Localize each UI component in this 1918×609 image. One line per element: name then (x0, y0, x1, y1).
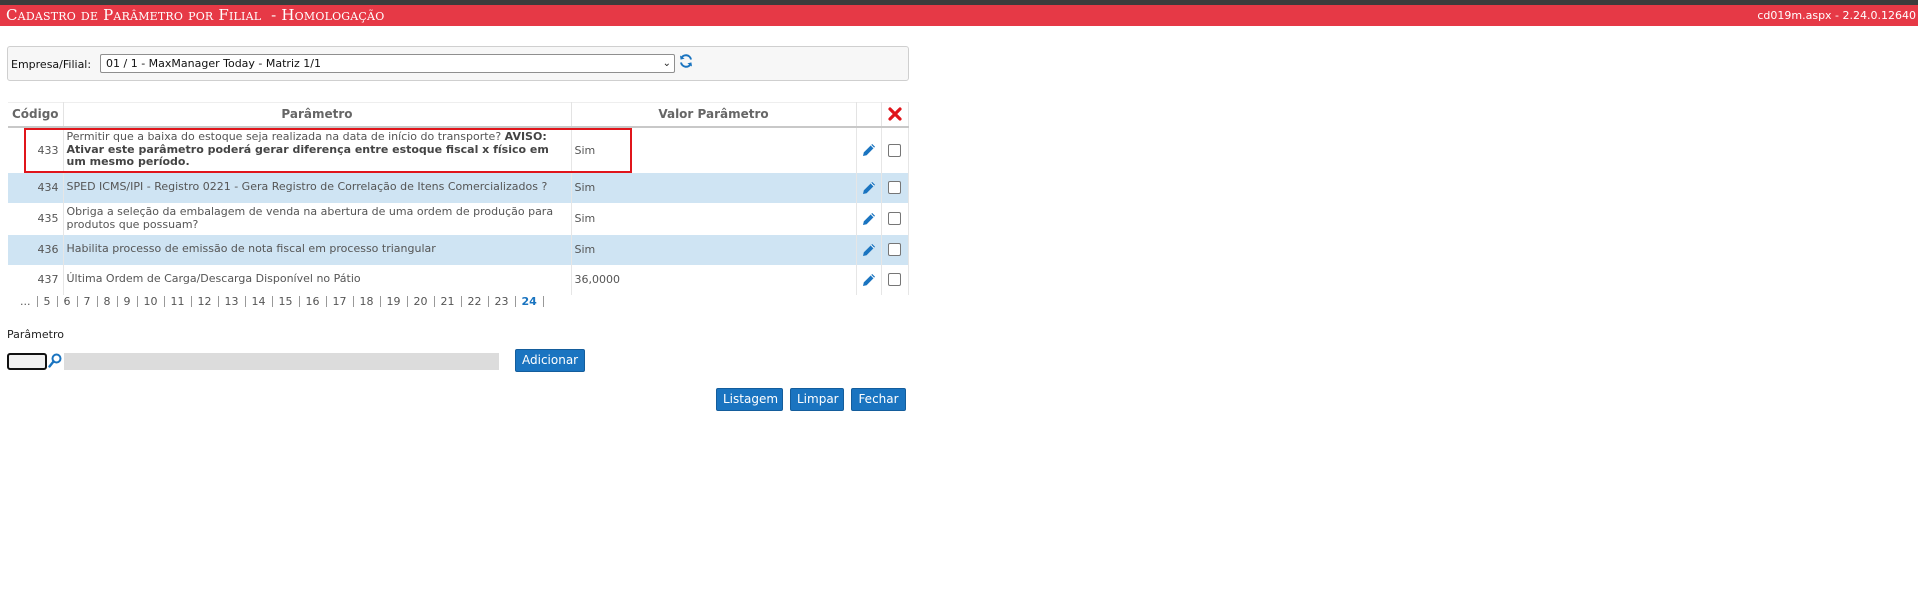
company-branch-label: Empresa/Filial: (11, 58, 92, 71)
page-ellipsis[interactable]: ... (8, 296, 38, 307)
row-parameter: SPED ICMS/IPI - Registro 0221 - Gera Reg… (63, 172, 572, 203)
row-select-checkbox[interactable] (888, 212, 901, 226)
row-code: 433 (8, 126, 64, 173)
search-icon[interactable] (48, 353, 62, 369)
list-button[interactable]: Listagem (716, 388, 783, 411)
edit-pencil-icon[interactable] (860, 271, 878, 289)
page-link[interactable]: 23 (489, 296, 516, 307)
page-link[interactable]: 22 (462, 296, 489, 307)
row-select-checkbox[interactable] (888, 181, 901, 195)
table-row[interactable]: 435 Obriga a seleção da embalagem de ven… (8, 202, 909, 235)
row-parameter: Permitir que a baixa do estoque seja rea… (63, 126, 572, 173)
row-select-checkbox[interactable] (888, 273, 901, 287)
table-header-row: Código Parâmetro Valor Parâmetro (8, 102, 909, 128)
row-parameter-text: Permitir que a baixa do estoque seja rea… (66, 130, 502, 144)
version-label: cd019m.aspx - 2.24.0.12640 (1757, 9, 1916, 22)
row-value: Sim (571, 126, 857, 173)
pagination: ... 5 6 7 8 9 10 11 12 13 14 15 16 17 18 19 20 21 22 23 24 (8, 295, 544, 313)
edit-pencil-icon[interactable] (860, 179, 878, 197)
page-link[interactable]: 11 (165, 296, 192, 307)
column-header-code[interactable]: Código (8, 102, 64, 128)
page-link[interactable]: 18 (354, 296, 381, 307)
parameter-code-input[interactable] (7, 353, 47, 370)
company-branch-select[interactable]: 01 / 1 - MaxManager Today - Matriz 1/1 ⌄ (100, 54, 675, 73)
row-parameter: Obriga a seleção da embalagem de venda n… (63, 202, 572, 235)
page-link[interactable]: 17 (327, 296, 354, 307)
filter-panel: Empresa/Filial: 01 / 1 - MaxManager Toda… (7, 46, 909, 81)
column-header-edit (856, 102, 882, 128)
page-link[interactable]: 19 (381, 296, 408, 307)
page-link[interactable]: 13 (219, 296, 246, 307)
row-value: Sim (571, 234, 857, 265)
parameters-table: Código Parâmetro Valor Parâmetro 433 Per… (8, 102, 909, 295)
page-link[interactable]: 12 (192, 296, 219, 307)
row-code: 437 (8, 264, 64, 295)
column-header-delete (881, 102, 909, 128)
row-code: 435 (8, 202, 64, 235)
page-link[interactable]: 6 (58, 296, 78, 307)
close-button[interactable]: Fechar (851, 388, 906, 411)
table-row[interactable]: 434 SPED ICMS/IPI - Registro 0221 - Gera… (8, 172, 909, 203)
page-link[interactable]: 7 (78, 296, 98, 307)
column-header-value[interactable]: Valor Parâmetro (571, 102, 857, 128)
row-select-checkbox[interactable] (888, 243, 901, 257)
edit-pencil-icon[interactable] (860, 210, 878, 228)
row-code: 434 (8, 172, 64, 203)
page-link[interactable]: 21 (435, 296, 462, 307)
parameter-description-field (64, 353, 499, 370)
page-link[interactable]: 5 (38, 296, 58, 307)
row-select-checkbox[interactable] (888, 143, 901, 157)
clear-button[interactable]: Limpar (790, 388, 844, 411)
row-parameter: Última Ordem de Carga/Descarga Disponíve… (63, 264, 572, 295)
column-header-parameter[interactable]: Parâmetro (63, 102, 572, 128)
table-row[interactable]: 437 Última Ordem de Carga/Descarga Dispo… (8, 264, 909, 295)
edit-pencil-icon[interactable] (860, 241, 878, 259)
page-link[interactable]: 10 (138, 296, 165, 307)
page-link[interactable]: 16 (300, 296, 327, 307)
row-value: Sim (571, 202, 857, 235)
title-bar: Cadastro de Parâmetro por Filial - Homol… (0, 5, 1918, 26)
add-button[interactable]: Adicionar (515, 349, 585, 372)
refresh-icon[interactable] (678, 53, 694, 69)
delete-icon[interactable] (887, 106, 903, 122)
parameter-section-label: Parâmetro (7, 328, 64, 341)
page-link[interactable]: 9 (118, 296, 138, 307)
page-link[interactable]: 15 (273, 296, 300, 307)
page-link-current[interactable]: 24 (516, 296, 544, 307)
table-row[interactable]: 436 Habilita processo de emissão de nota… (8, 234, 909, 265)
edit-pencil-icon[interactable] (860, 141, 878, 159)
row-code: 436 (8, 234, 64, 265)
page-link[interactable]: 14 (246, 296, 273, 307)
row-value: 36,0000 (571, 264, 857, 295)
chevron-down-icon: ⌄ (662, 58, 671, 69)
page-link[interactable]: 8 (98, 296, 118, 307)
table-row[interactable]: 433 Permitir que a baixa do estoque seja… (8, 126, 909, 173)
row-parameter: Habilita processo de emissão de nota fis… (63, 234, 572, 265)
company-branch-selected-value: 01 / 1 - MaxManager Today - Matriz 1/1 (106, 57, 321, 70)
page-title: Cadastro de Parâmetro por Filial - Homol… (6, 6, 385, 24)
page-link[interactable]: 20 (408, 296, 435, 307)
row-value: Sim (571, 172, 857, 203)
